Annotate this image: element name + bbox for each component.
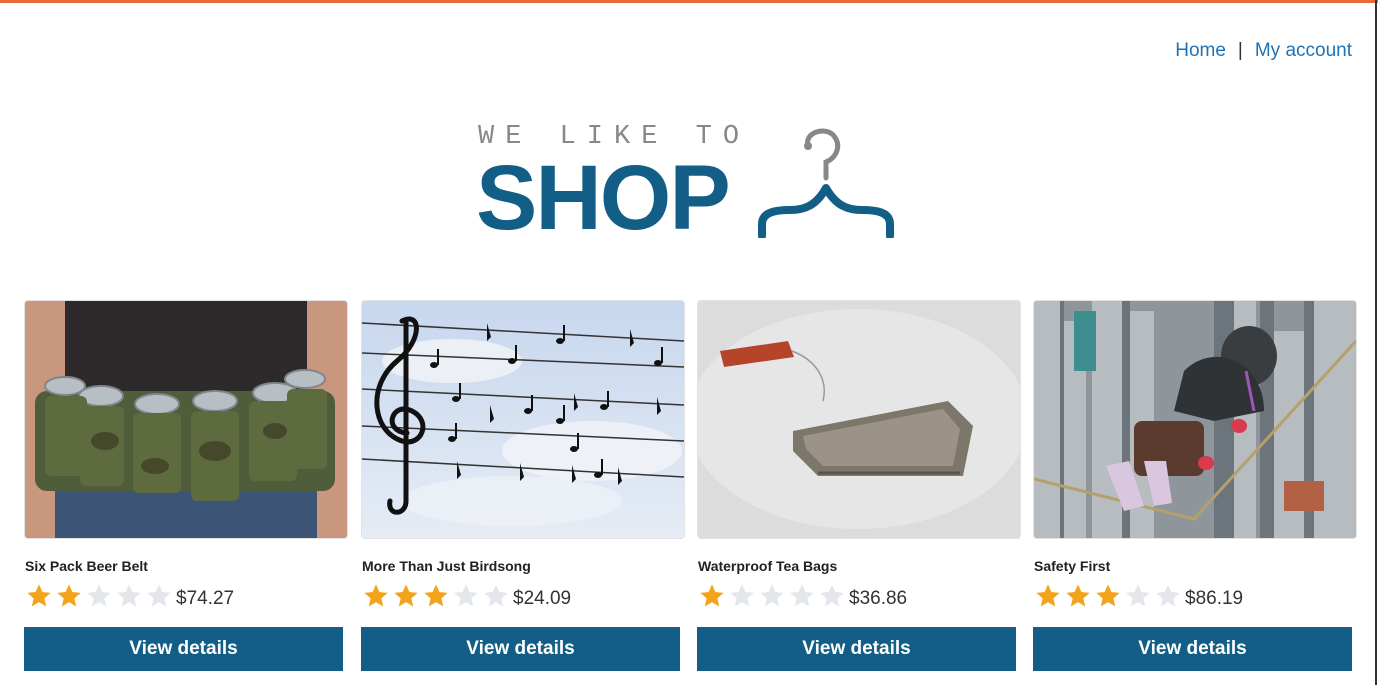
star-filled-icon bbox=[1036, 584, 1060, 607]
hanger-icon bbox=[758, 128, 894, 238]
product-card: Waterproof Tea Bags $36.86 View details bbox=[697, 300, 1021, 672]
view-details-button[interactable]: View details bbox=[697, 627, 1016, 671]
star-filled-icon bbox=[394, 584, 418, 607]
star-empty-icon bbox=[484, 584, 508, 607]
product-name[interactable]: Safety First bbox=[1034, 558, 1110, 574]
star-rating bbox=[24, 582, 174, 610]
product-price: $74.27 bbox=[176, 588, 235, 609]
star-filled-icon bbox=[700, 584, 724, 607]
product-grid: Six Pack Beer Belt $74.27 View details M… bbox=[24, 300, 1357, 680]
product-rating: $86.19 bbox=[1033, 582, 1243, 610]
product-image-birdsong[interactable] bbox=[361, 300, 685, 539]
nav-separator: | bbox=[1237, 40, 1243, 61]
product-rating: $24.09 bbox=[361, 582, 571, 610]
product-rating: $36.86 bbox=[697, 582, 907, 610]
star-empty-icon bbox=[1156, 584, 1180, 607]
top-accent-bar bbox=[0, 0, 1378, 3]
star-empty-icon bbox=[760, 584, 784, 607]
home-link[interactable]: Home bbox=[1175, 40, 1226, 62]
product-name[interactable]: Six Pack Beer Belt bbox=[25, 558, 148, 574]
star-filled-icon bbox=[1096, 584, 1120, 607]
star-filled-icon bbox=[364, 584, 388, 607]
star-filled-icon bbox=[1066, 584, 1090, 607]
product-image-tea-bags[interactable] bbox=[697, 300, 1021, 539]
star-empty-icon bbox=[730, 584, 754, 607]
product-card: More Than Just Birdsong $24.09 View deta… bbox=[361, 300, 685, 672]
star-empty-icon bbox=[87, 584, 111, 607]
star-empty-icon bbox=[147, 584, 171, 607]
star-empty-icon bbox=[454, 584, 478, 607]
site-logo[interactable]: WE LIKE TO SHOP bbox=[476, 118, 906, 248]
product-rating: $74.27 bbox=[24, 582, 234, 610]
star-empty-icon bbox=[117, 584, 141, 607]
product-card: Six Pack Beer Belt $74.27 View details bbox=[24, 300, 348, 672]
view-details-button[interactable]: View details bbox=[361, 627, 680, 671]
product-price: $86.19 bbox=[1185, 588, 1244, 609]
my-account-link[interactable]: My account bbox=[1255, 40, 1352, 62]
star-filled-icon bbox=[424, 584, 448, 607]
product-price: $24.09 bbox=[513, 588, 572, 609]
window-edge bbox=[1375, 0, 1377, 685]
star-rating bbox=[1033, 582, 1183, 610]
page: Home | My account WE LIKE TO SHOP Six Pa… bbox=[0, 0, 1378, 685]
product-image-beer-belt[interactable] bbox=[24, 300, 348, 539]
star-empty-icon bbox=[820, 584, 844, 607]
logo-word: SHOP bbox=[476, 147, 731, 249]
star-filled-icon bbox=[57, 584, 81, 607]
star-filled-icon bbox=[27, 584, 51, 607]
star-empty-icon bbox=[1126, 584, 1150, 607]
product-card: Safety First $86.19 View details bbox=[1033, 300, 1357, 672]
star-empty-icon bbox=[790, 584, 814, 607]
star-rating bbox=[697, 582, 847, 610]
header-nav: Home | My account bbox=[1175, 40, 1352, 62]
product-price: $36.86 bbox=[849, 588, 908, 609]
product-name[interactable]: More Than Just Birdsong bbox=[362, 558, 531, 574]
view-details-button[interactable]: View details bbox=[24, 627, 343, 671]
star-rating bbox=[361, 582, 511, 610]
product-name[interactable]: Waterproof Tea Bags bbox=[698, 558, 837, 574]
view-details-button[interactable]: View details bbox=[1033, 627, 1352, 671]
product-image-safety-first[interactable] bbox=[1033, 300, 1357, 539]
